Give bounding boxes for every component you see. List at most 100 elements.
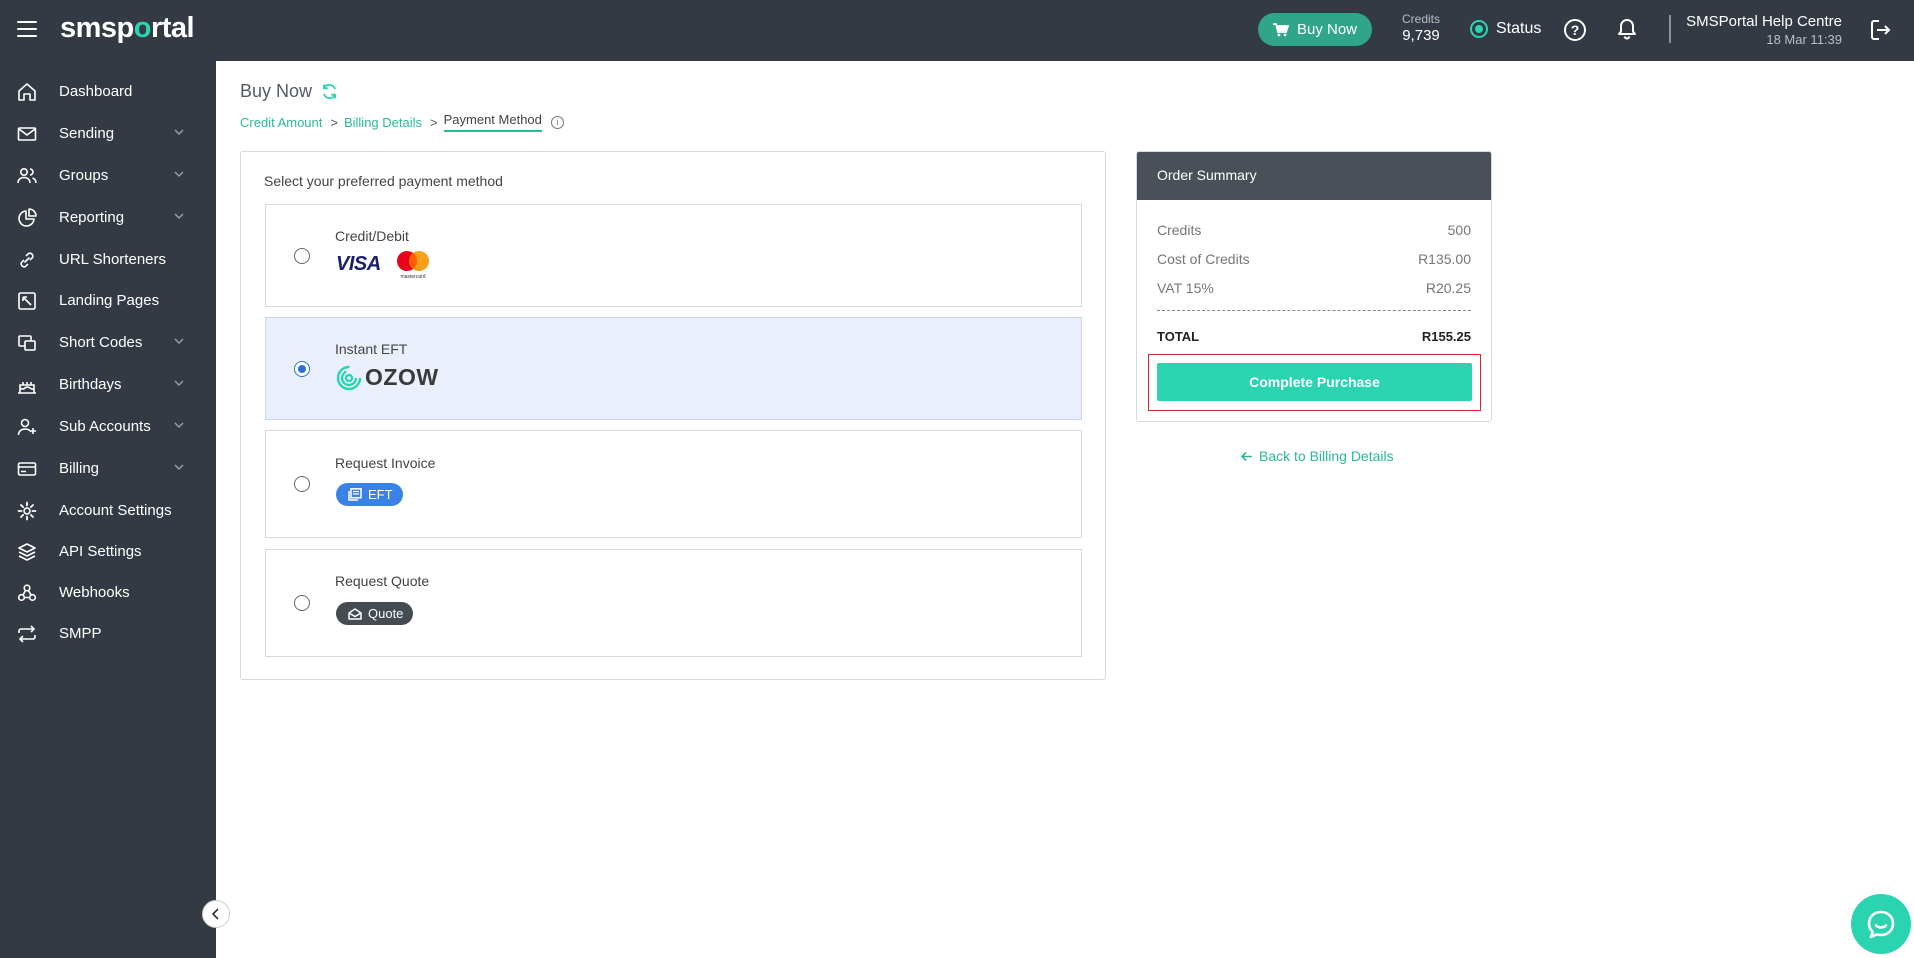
- order-summary-card: Order Summary Credits 500 Cost of Credit…: [1136, 151, 1492, 422]
- repeat-icon: [18, 625, 36, 643]
- summary-divider: [1157, 310, 1471, 311]
- credits-label: Credits: [1401, 12, 1440, 26]
- chevron-down-icon: [174, 129, 184, 135]
- help-icon[interactable]: ?: [1564, 19, 1586, 41]
- eft-badge-label: EFT: [368, 487, 393, 502]
- chevron-down-icon: [174, 422, 184, 428]
- payment-option-credit-debit[interactable]: Credit/Debit VISA mastercard: [265, 204, 1082, 307]
- chat-bubble-icon: [1867, 910, 1895, 939]
- sidebar-item-billing[interactable]: Billing: [0, 450, 216, 486]
- sidebar-item-reporting[interactable]: Reporting: [0, 199, 216, 235]
- sidebar-item-sub-accounts[interactable]: Sub Accounts: [0, 408, 216, 444]
- sidebar-item-label: Short Codes: [59, 334, 143, 351]
- breadcrumb: Credit Amount > Billing Details > Paymen…: [240, 112, 564, 132]
- radio-credit-debit[interactable]: [294, 248, 310, 264]
- sidebar-item-label: Reporting: [59, 209, 125, 226]
- page-title-text: Buy Now: [240, 81, 313, 101]
- pie-chart-icon: [18, 208, 37, 227]
- credits-value: 9,739: [1402, 27, 1440, 44]
- breadcrumb-separator: >: [430, 114, 438, 130]
- sidebar-item-label: Sub Accounts: [59, 418, 151, 435]
- sidebar-item-api-settings[interactable]: API Settings: [0, 533, 216, 569]
- sidebar-item-birthdays[interactable]: Birthdays: [0, 366, 216, 402]
- sidebar-item-landing-pages[interactable]: Landing Pages: [0, 282, 216, 318]
- topbar-divider: [1669, 15, 1671, 43]
- short-code-icon: [18, 335, 36, 351]
- chevron-left-icon: [211, 908, 219, 920]
- radio-request-quote[interactable]: [294, 595, 310, 611]
- top-bar: smsportal Buy Now Credits 9,739 Status ?…: [0, 0, 1914, 61]
- chevron-down-icon: [174, 213, 184, 219]
- visa-logo: VISA: [336, 253, 381, 275]
- sidebar-item-sending[interactable]: Sending: [0, 115, 216, 151]
- quote-badge: Quote: [336, 602, 414, 625]
- sidebar-item-webhooks[interactable]: Webhooks: [0, 574, 216, 610]
- summary-row-credits: Credits 500: [1157, 222, 1471, 238]
- summary-value: 500: [1447, 222, 1471, 238]
- user-name: SMSPortal Help Centre: [1686, 13, 1842, 30]
- buy-now-button[interactable]: Buy Now: [1258, 13, 1372, 46]
- collapse-sidebar-button[interactable]: [202, 900, 230, 928]
- sidebar-item-smpp[interactable]: SMPP: [0, 615, 216, 651]
- sidebar-item-short-codes[interactable]: Short Codes: [0, 324, 216, 360]
- summary-value: R135.00: [1418, 251, 1471, 267]
- bell-icon[interactable]: [1617, 18, 1637, 40]
- ozow-logo: OZOW: [336, 364, 439, 391]
- status-label: Status: [1496, 20, 1542, 37]
- user-menu[interactable]: SMSPortal Help Centre 18 Mar 11:39: [1686, 13, 1842, 47]
- summary-row-total: TOTAL R155.25: [1157, 329, 1471, 344]
- refresh-icon[interactable]: [321, 83, 338, 100]
- landing-page-icon: [18, 292, 36, 310]
- chevron-down-icon: [174, 380, 184, 386]
- status-indicator-icon: [1470, 20, 1488, 38]
- sidebar-item-account-settings[interactable]: Account Settings: [0, 492, 216, 528]
- summary-label: Credits: [1157, 222, 1202, 238]
- logo[interactable]: smsportal: [60, 12, 195, 45]
- logout-icon[interactable]: [1870, 19, 1892, 41]
- sidebar-item-label: Birthdays: [59, 376, 122, 393]
- sidebar-item-label: Webhooks: [59, 584, 130, 601]
- arrow-left-icon: [1240, 451, 1252, 461]
- layers-icon: [18, 543, 36, 561]
- chevron-down-icon: [174, 171, 184, 177]
- envelope-open-icon: [348, 607, 362, 620]
- hamburger-menu-icon[interactable]: [17, 21, 37, 37]
- back-link-label: Back to Billing Details: [1259, 448, 1394, 464]
- option-label: Request Quote: [335, 573, 430, 589]
- chat-button[interactable]: [1851, 894, 1911, 954]
- add-user-icon: [17, 418, 36, 436]
- webhook-icon: [17, 584, 37, 602]
- link-icon: [20, 252, 34, 268]
- radio-request-invoice[interactable]: [294, 476, 310, 492]
- sidebar-item-label: Sending: [59, 125, 115, 142]
- cake-icon: [18, 382, 36, 394]
- credits-display: Credits 9,739: [1400, 12, 1442, 44]
- sidebar-item-dashboard[interactable]: Dashboard: [0, 73, 216, 109]
- summary-label: VAT 15%: [1157, 280, 1214, 296]
- summary-label: Cost of Credits: [1157, 251, 1250, 267]
- documents-icon: [348, 488, 362, 501]
- sidebar-item-label: Dashboard: [59, 83, 133, 100]
- payment-option-request-invoice[interactable]: Request Invoice EFT: [265, 430, 1082, 538]
- sidebar-item-url-shorteners[interactable]: URL Shorteners: [0, 241, 216, 277]
- users-icon: [17, 167, 37, 184]
- ozow-swirl-icon: [336, 365, 362, 390]
- option-label: Credit/Debit: [335, 228, 409, 244]
- page-title: Buy Now: [240, 81, 338, 102]
- radio-instant-eft[interactable]: [294, 361, 310, 377]
- chevron-down-icon: [174, 464, 184, 470]
- sidebar-item-label: SMPP: [59, 625, 102, 642]
- summary-row-cost: Cost of Credits R135.00: [1157, 251, 1471, 267]
- sidebar-item-groups[interactable]: Groups: [0, 157, 216, 193]
- option-label: Request Invoice: [335, 455, 436, 471]
- complete-purchase-button[interactable]: Complete Purchase: [1157, 363, 1472, 401]
- user-date: 18 Mar 11:39: [1766, 32, 1842, 47]
- breadcrumb-billing-details[interactable]: Billing Details: [344, 115, 422, 130]
- status-button[interactable]: Status: [1470, 20, 1541, 38]
- back-to-billing-link[interactable]: Back to Billing Details: [1240, 448, 1394, 464]
- sidebar-item-label: Landing Pages: [59, 292, 160, 309]
- payment-option-request-quote[interactable]: Request Quote Quote: [265, 549, 1082, 657]
- payment-option-instant-eft[interactable]: Instant EFT OZOW: [265, 317, 1082, 420]
- info-icon[interactable]: i: [550, 115, 564, 129]
- breadcrumb-credit-amount[interactable]: Credit Amount: [240, 115, 322, 130]
